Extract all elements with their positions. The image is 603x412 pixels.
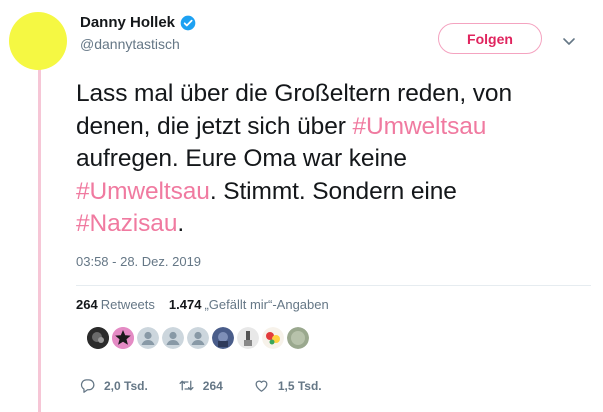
retweet-label: Retweets xyxy=(100,297,155,312)
author-block: Danny Hollek @dannytastisch xyxy=(80,14,196,52)
reply-icon xyxy=(80,379,95,393)
reply-button[interactable]: 2,0 Tsd. xyxy=(79,377,148,394)
tweet-actions: 2,0 Tsd. 264 1,5 Tsd. xyxy=(79,377,352,394)
tweet-line: denen, die jetzt sich über #Umweltsau xyxy=(76,111,586,144)
like-label: „Gefällt mir“-Angaben xyxy=(204,297,329,312)
divider xyxy=(76,285,591,286)
follow-button[interactable]: Folgen xyxy=(438,23,542,54)
default-avatar-icon[interactable] xyxy=(137,327,159,349)
avatar[interactable] xyxy=(9,12,67,70)
tweet-text-segment: . Stimmt. Sondern eine xyxy=(209,177,457,205)
tweet-text-segment: denen, die jetzt sich über xyxy=(76,112,353,140)
author-name[interactable]: Danny Hollek xyxy=(80,14,175,31)
tweet-text-segment: Lass mal über die Großeltern reden, von xyxy=(76,80,512,107)
retweet-button[interactable]: 264 xyxy=(178,377,223,394)
thread-line xyxy=(38,62,41,412)
name-row: Danny Hollek xyxy=(80,14,196,31)
reply-count: 2,0 Tsd. xyxy=(104,378,148,393)
liker-avatar[interactable] xyxy=(237,327,259,349)
liker-avatar[interactable] xyxy=(287,327,309,349)
like-action-count: 1,5 Tsd. xyxy=(277,378,322,393)
like-button[interactable]: 1,5 Tsd. xyxy=(253,377,322,394)
retweet-icon xyxy=(179,380,194,391)
tweet-line: aufregen. Eure Oma war keine xyxy=(76,143,586,176)
tweet-line: #Nazisau. xyxy=(76,208,586,241)
engagement-stats: 264 Retweets 1.474 „Gefällt mir“-Angaben xyxy=(76,297,329,312)
tweet-text: Lass mal über die Großeltern reden, von d… xyxy=(76,78,586,241)
default-avatar-icon[interactable] xyxy=(162,327,184,349)
heart-icon xyxy=(255,380,268,392)
like-stat[interactable]: 1.474 „Gefällt mir“-Angaben xyxy=(169,297,329,312)
retweet-count: 264 xyxy=(76,297,98,312)
default-avatar-icon[interactable] xyxy=(187,327,209,349)
liker-avatar[interactable] xyxy=(87,327,109,349)
retweet-stat[interactable]: 264 Retweets xyxy=(76,297,155,312)
liker-avatar[interactable] xyxy=(112,327,134,349)
liker-avatar[interactable] xyxy=(212,327,234,349)
liker-avatars xyxy=(87,327,309,349)
chevron-down-icon[interactable] xyxy=(562,34,576,48)
hashtag-link[interactable]: #Umweltsau xyxy=(353,113,487,140)
author-handle[interactable]: @dannytastisch xyxy=(80,36,196,52)
tweet-line: #Umweltsau. Stimmt. Sondern eine xyxy=(76,176,586,209)
verified-badge-icon xyxy=(180,15,196,30)
like-count: 1.474 xyxy=(168,297,202,312)
hashtag-link[interactable]: #Nazisau xyxy=(76,210,177,237)
tweet-text-segment: . xyxy=(177,210,185,237)
timestamp[interactable]: 03:58 - 28. Dez. 2019 xyxy=(76,254,201,269)
hashtag-link[interactable]: #Umweltsau xyxy=(76,178,210,205)
retweet-action-count: 264 xyxy=(202,378,223,393)
tweet-text-segment: aufregen. Eure Oma war keine xyxy=(76,145,407,172)
liker-avatar[interactable] xyxy=(262,327,284,349)
tweet-line: Lass mal über die Großeltern reden, von xyxy=(76,78,586,111)
